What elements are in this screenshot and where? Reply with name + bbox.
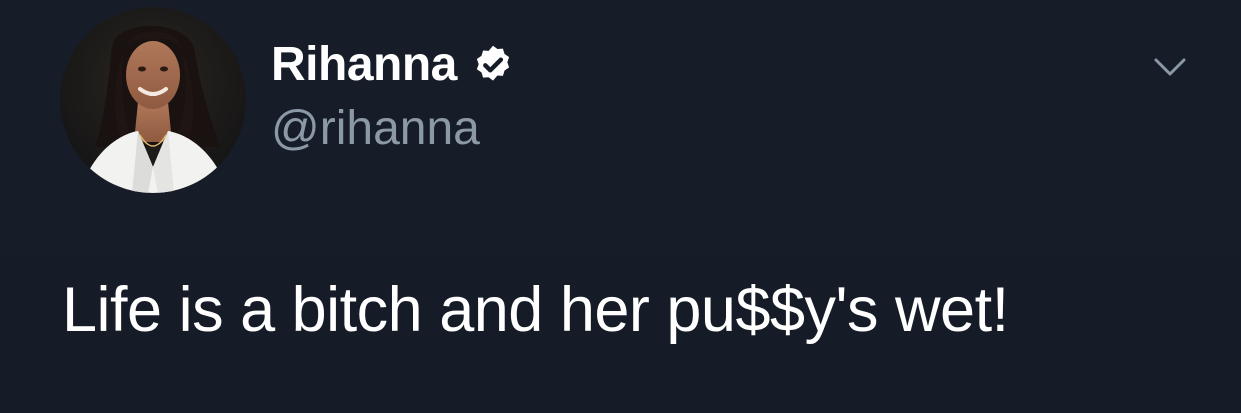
tweet-text: Life is a bitch and her pu$$y's wet! [62,275,1009,345]
verified-badge-icon [471,43,515,87]
author-handle[interactable]: @rihanna [271,100,480,158]
avatar-photo [60,7,246,193]
avatar[interactable] [60,7,246,193]
tweet-card: Rihanna @rihanna Life is a bitch and her… [0,0,1241,413]
chevron-down-icon[interactable] [1150,52,1190,82]
author-name-row: Rihanna [271,36,515,94]
author-display-name[interactable]: Rihanna [271,36,457,94]
